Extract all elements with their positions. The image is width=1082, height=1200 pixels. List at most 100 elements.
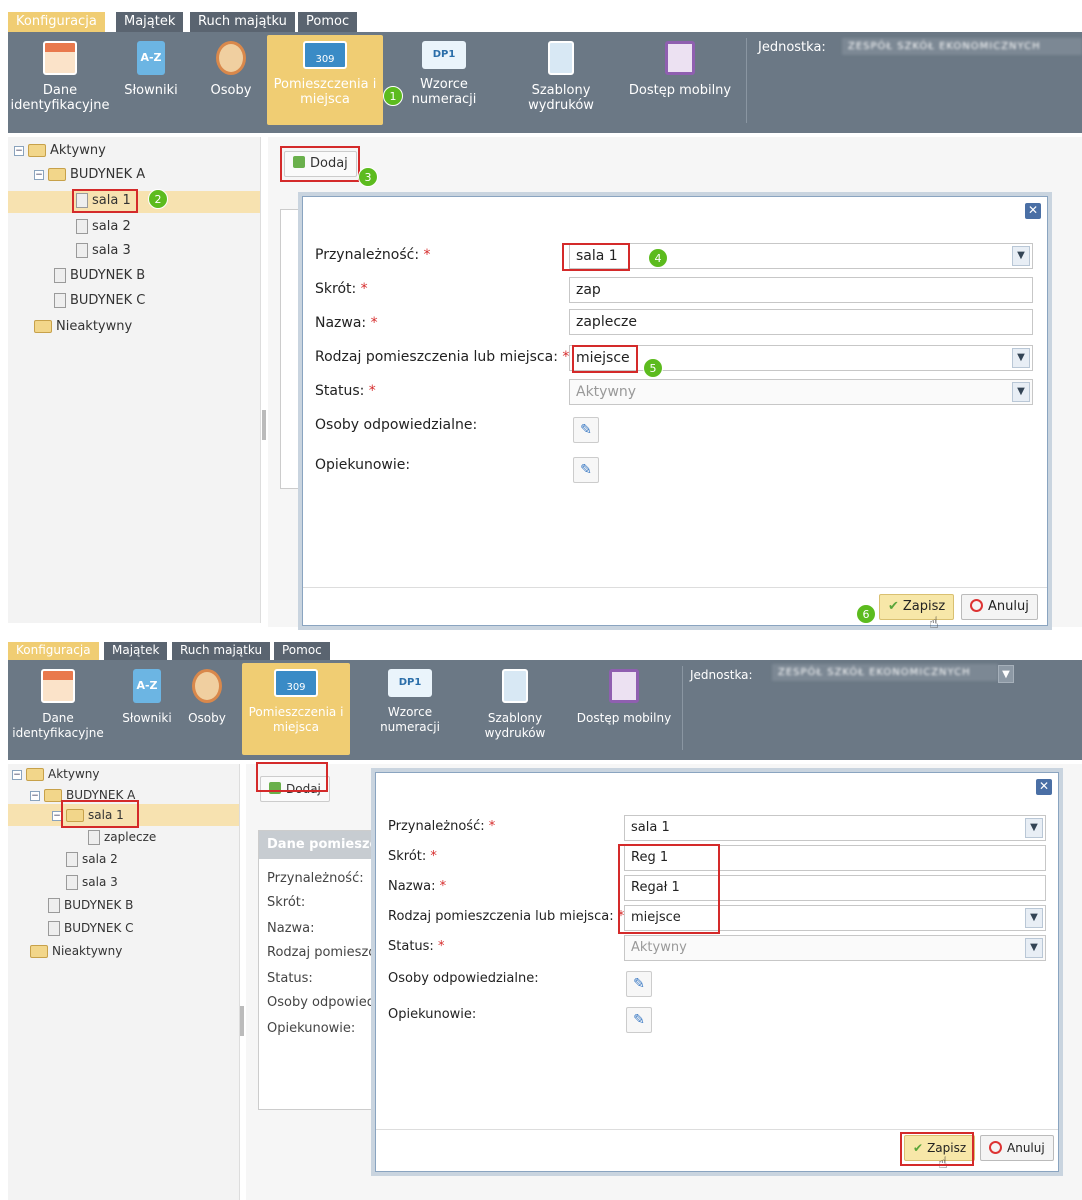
- status-label: Status: *: [315, 383, 376, 399]
- close-icon[interactable]: ✕: [1036, 779, 1052, 795]
- tree-node-aktywny[interactable]: − Aktywny: [12, 764, 100, 784]
- ribbon-slowniki[interactable]: A-Z Słowniki: [120, 35, 182, 98]
- building-icon: [41, 669, 75, 703]
- menu-tab-pomoc[interactable]: Pomoc: [298, 12, 358, 32]
- tree-label: sala 2: [92, 219, 131, 234]
- chevron-down-icon[interactable]: ▼: [1025, 818, 1043, 838]
- tree-node-budynek-b[interactable]: BUDYNEK B: [54, 266, 145, 286]
- belongs-select[interactable]: sala 1 ▼: [569, 243, 1033, 269]
- tree-node-sala-3[interactable]: sala 3: [76, 241, 131, 261]
- annotation-box-tree-sala-1: [72, 189, 138, 213]
- dictionary-icon: A-Z: [137, 41, 165, 75]
- ribbon-dostep-mobilny[interactable]: Dostęp mobilny: [620, 35, 740, 98]
- panel-splitter[interactable]: [240, 1006, 244, 1036]
- tree-label: BUDYNEK B: [70, 268, 146, 283]
- details-label: Rodzaj pomieszcz: [267, 945, 383, 960]
- person-icon: [192, 669, 222, 703]
- close-icon[interactable]: ✕: [1025, 203, 1041, 219]
- tree-label: BUDYNEK A: [70, 167, 146, 182]
- edit-responsible-pencil-icon[interactable]: ✎: [573, 417, 599, 443]
- menu-tab-ruch-majatku[interactable]: Ruch majątku: [172, 642, 271, 660]
- save-button[interactable]: ✔ Zapisz: [879, 594, 955, 620]
- menu-tab-konfiguracja[interactable]: Konfiguracja: [8, 12, 105, 32]
- tree-node-budynek-b[interactable]: BUDYNEK B: [48, 895, 133, 915]
- name-label: Nazwa: *: [315, 315, 378, 331]
- ribbon-wzorce-numeracji[interactable]: DP1 Wzorce numeracji: [370, 663, 450, 735]
- chevron-down-icon[interactable]: ▼: [1025, 908, 1043, 928]
- collapse-icon[interactable]: −: [34, 169, 44, 180]
- unit-value[interactable]: ZESPÓŁ SZKÓŁ EKONOMICZNYCH: [772, 664, 998, 681]
- collapse-icon[interactable]: −: [12, 769, 22, 780]
- tree-node-sala-3[interactable]: sala 3: [66, 872, 118, 892]
- type-select[interactable]: miejsce ▼: [569, 345, 1033, 371]
- menu-tab-konfiguracja[interactable]: Konfiguracja: [8, 642, 99, 660]
- belongs-select[interactable]: sala 1 ▼: [624, 815, 1046, 841]
- dialog-footer-divider: [303, 587, 1047, 588]
- ribbon-pomieszczenia[interactable]: 309 Pomieszczenia i miejsca: [267, 35, 383, 125]
- ribbon-label: Wzorce numeracji: [411, 77, 477, 107]
- tree-node-budynek-c[interactable]: BUDYNEK C: [48, 918, 134, 938]
- chevron-down-icon[interactable]: ▼: [1012, 348, 1030, 368]
- menu-tab-majatek[interactable]: Majątek: [104, 642, 168, 660]
- chevron-down-icon[interactable]: ▼: [1012, 246, 1030, 266]
- name-input[interactable]: zaplecze: [569, 309, 1033, 335]
- ribbon-wzorce-numeracji[interactable]: DP1 Wzorce numeracji: [404, 35, 484, 107]
- ribbon-dostep-mobilny[interactable]: Dostęp mobilny: [568, 663, 680, 726]
- tree-node-aktywny[interactable]: − Aktywny: [14, 141, 106, 161]
- chevron-down-icon: ▼: [1012, 382, 1030, 402]
- collapse-icon[interactable]: −: [14, 145, 24, 156]
- status-select: Aktywny ▼: [569, 379, 1033, 405]
- ribbon-pomieszczenia[interactable]: 309 Pomieszczenia i miejsca: [242, 663, 350, 755]
- menu-tab-pomoc[interactable]: Pomoc: [274, 642, 330, 660]
- ribbon-szablony-wydrukow[interactable]: Szablony wydruków: [474, 663, 556, 741]
- ribbon-osoby[interactable]: Osoby: [204, 35, 258, 98]
- cancel-button[interactable]: Anuluj: [980, 1135, 1054, 1161]
- unit-label: Jednostka:: [690, 668, 753, 682]
- ribbon-osoby[interactable]: Osoby: [180, 663, 234, 726]
- ribbon-label: Pomieszczenia i miejsca: [248, 705, 344, 734]
- annotation-box-add: [280, 146, 360, 182]
- chevron-down-icon[interactable]: ▼: [998, 665, 1014, 683]
- tree-label: Nieaktywny: [56, 319, 133, 334]
- tree-node-budynek-c[interactable]: BUDYNEK C: [54, 291, 145, 311]
- cancel-button[interactable]: Anuluj: [961, 594, 1038, 620]
- ribbon-dane-identyfikacyjne[interactable]: Dane identyfikacyjne: [8, 35, 112, 113]
- ribbon-label: Słowniki: [122, 711, 172, 725]
- guardians-label: Opiekunowie:: [388, 1007, 477, 1022]
- unit-value[interactable]: ZESPÓŁ SZKÓŁ EKONOMICZNYCH: [842, 38, 1082, 55]
- tree-node-budynek-a[interactable]: − BUDYNEK A: [34, 165, 145, 185]
- details-label: Przynależność:: [267, 871, 364, 886]
- ribbon-slowniki[interactable]: A-Z Słowniki: [116, 663, 178, 726]
- edit-guardians-pencil-icon[interactable]: ✎: [573, 457, 599, 483]
- tree-node-sala-2[interactable]: sala 2: [76, 217, 131, 237]
- tree-node-zaplecze[interactable]: zaplecze: [88, 827, 156, 847]
- ribbon-label: Szablony wydruków: [528, 83, 594, 113]
- cancel-icon: [989, 1141, 1002, 1154]
- tree-node-nieaktywny[interactable]: Nieaktywny: [34, 317, 132, 337]
- print-template-icon: [548, 41, 574, 75]
- ribbon-szablony-wydrukow[interactable]: Szablony wydruków: [518, 35, 604, 113]
- tree-node-sala-2[interactable]: sala 2: [66, 849, 118, 869]
- file-icon: [88, 830, 100, 845]
- edit-responsible-pencil-icon[interactable]: ✎: [626, 971, 652, 997]
- save-label: Zapisz: [902, 599, 946, 614]
- annotation-box-add: [256, 762, 328, 792]
- room-icon: 309: [303, 41, 347, 69]
- ribbon-label: Osoby: [188, 711, 226, 725]
- status-label: Status: *: [388, 939, 445, 954]
- ribbon-dane-identyfikacyjne[interactable]: Dane identyfikacyjne: [8, 663, 108, 741]
- menu-tab-ruch-majatku[interactable]: Ruch majątku: [190, 12, 295, 32]
- collapse-icon[interactable]: −: [30, 790, 40, 801]
- building-icon: [43, 41, 77, 75]
- tree-label: BUDYNEK C: [64, 921, 134, 935]
- panel-splitter[interactable]: [262, 410, 266, 440]
- tree-label: Nieaktywny: [52, 944, 123, 958]
- short-input[interactable]: zap: [569, 277, 1033, 303]
- screenshot-step-1: Konfiguracja Majątek Ruch majątku Pomoc …: [0, 0, 1082, 636]
- menu-tab-majatek[interactable]: Majątek: [116, 12, 184, 32]
- details-label: Osoby odpowiedz: [267, 995, 382, 1010]
- ribbon-label: Osoby: [210, 83, 252, 98]
- step-badge-1: 1: [383, 86, 403, 106]
- edit-guardians-pencil-icon[interactable]: ✎: [626, 1007, 652, 1033]
- tree-node-nieaktywny[interactable]: Nieaktywny: [30, 941, 122, 961]
